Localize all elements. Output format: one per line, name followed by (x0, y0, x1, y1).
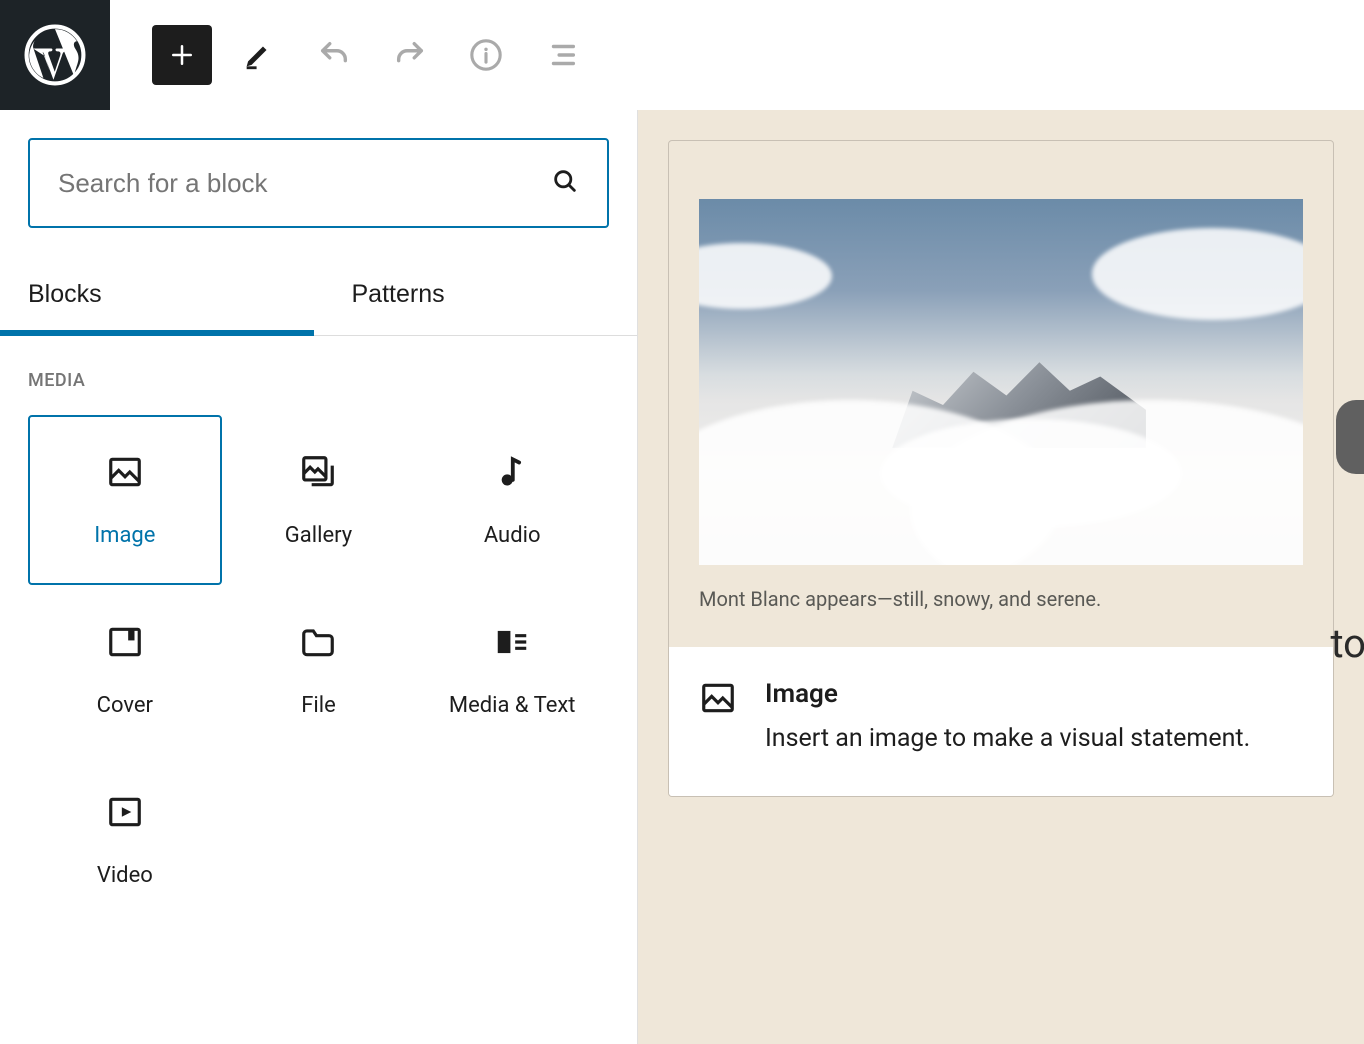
main-area: Blocks Patterns MEDIA Image Gallery (0, 110, 1364, 1044)
block-description-card: Image Insert an image to make a visual s… (669, 647, 1333, 796)
add-block-button[interactable] (152, 25, 212, 85)
tab-blocks[interactable]: Blocks (0, 256, 314, 335)
editor-toolbar (110, 25, 592, 85)
search-input[interactable] (58, 168, 551, 199)
block-label: Audio (484, 523, 541, 548)
search-icon[interactable] (551, 167, 579, 199)
audio-icon (493, 453, 531, 495)
block-item-image[interactable]: Image (28, 415, 222, 585)
wordpress-logo[interactable] (0, 0, 110, 110)
block-item-video[interactable]: Video (28, 755, 222, 925)
block-preview-area: to Mont Blanc appears—still, snowy, and … (638, 110, 1364, 1044)
redo-button[interactable] (380, 25, 440, 85)
undo-button[interactable] (304, 25, 364, 85)
gallery-icon (299, 453, 337, 495)
editor-topbar (0, 0, 1364, 110)
block-preview-card: Mont Blanc appears—still, snowy, and ser… (668, 140, 1334, 797)
section-title-media: MEDIA (0, 336, 637, 415)
block-label: File (301, 693, 336, 718)
image-icon (699, 679, 737, 721)
edge-text-fragment: to (1330, 620, 1364, 667)
cover-icon (106, 623, 144, 665)
block-description-title: Image (765, 679, 1250, 709)
info-button[interactable] (456, 25, 516, 85)
image-icon (106, 453, 144, 495)
video-icon (106, 793, 144, 835)
block-label: Gallery (285, 523, 352, 548)
block-search (28, 138, 609, 228)
preview-image-wrap (669, 141, 1333, 583)
block-item-file[interactable]: File (222, 585, 416, 755)
block-label: Video (97, 863, 153, 888)
block-label: Media & Text (449, 693, 576, 718)
block-item-cover[interactable]: Cover (28, 585, 222, 755)
block-label: Cover (97, 693, 153, 718)
preview-image (699, 199, 1303, 565)
preview-caption: Mont Blanc appears—still, snowy, and ser… (669, 583, 1333, 647)
block-item-media-text[interactable]: Media & Text (415, 585, 609, 755)
block-inserter-panel: Blocks Patterns MEDIA Image Gallery (0, 110, 638, 1044)
block-item-audio[interactable]: Audio (415, 415, 609, 585)
block-label: Image (94, 523, 155, 548)
media-text-icon (493, 623, 531, 665)
edit-tool-button[interactable] (228, 25, 288, 85)
block-grid: Image Gallery Audio Cover (0, 415, 637, 925)
inserter-tabs: Blocks Patterns (0, 256, 637, 336)
scroll-indicator (1336, 400, 1364, 474)
block-item-gallery[interactable]: Gallery (222, 415, 416, 585)
file-icon (299, 623, 337, 665)
tab-patterns[interactable]: Patterns (314, 256, 638, 335)
outline-button[interactable] (532, 25, 592, 85)
block-description-text: Insert an image to make a visual stateme… (765, 721, 1250, 756)
